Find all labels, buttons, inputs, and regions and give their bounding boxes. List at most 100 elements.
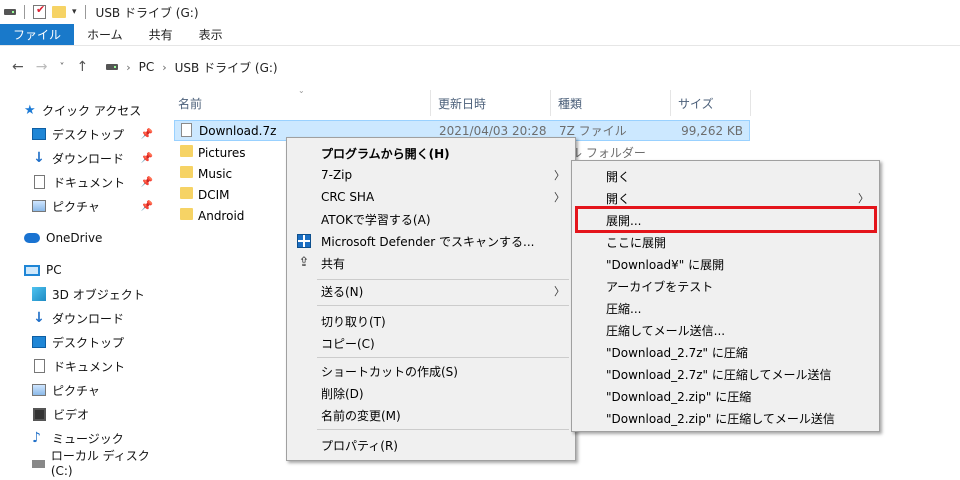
menu-item-label: "Download_2.zip" に圧縮 — [606, 389, 752, 404]
download-arrow-icon: ↓ — [33, 150, 45, 166]
file-name: Pictures — [198, 145, 246, 160]
breadcrumb-separator[interactable]: › — [126, 61, 130, 74]
zip-add-to-7z-email[interactable]: "Download_2.7z" に圧縮してメール送信 — [574, 363, 877, 385]
address-row: ← → ˅ ↑ › PC › USB ドライブ (G:) — [0, 52, 960, 82]
highlight-box — [575, 206, 877, 233]
column-divider[interactable] — [550, 90, 551, 116]
file-date: 2021/04/03 20:28 — [439, 123, 547, 138]
properties-icon[interactable] — [33, 3, 46, 19]
column-header-type[interactable]: 種類 — [558, 92, 582, 114]
menu-send-to[interactable]: 送る(N) 〉 — [289, 280, 573, 302]
breadcrumb-separator[interactable]: › — [162, 61, 166, 74]
7zip-submenu: 開く 開く 〉 展開... ここに展開 "Download¥" に展開 アーカイ… — [571, 160, 880, 432]
menu-share[interactable]: ⇪ 共有 — [289, 252, 573, 274]
quick-access-toolbar: ▾ — [4, 3, 88, 19]
column-header-size[interactable]: サイズ — [678, 92, 714, 114]
zip-compress-and-email[interactable]: 圧縮してメール送信... — [574, 319, 877, 341]
pin-icon[interactable]: 📌 — [141, 129, 153, 140]
customize-toolbar-dropdown[interactable]: ▾ — [72, 7, 77, 17]
cube-icon — [32, 287, 46, 301]
column-divider[interactable] — [750, 90, 751, 116]
nav-pc[interactable]: PC — [0, 258, 165, 282]
menu-item-label: アーカイブをテスト — [606, 279, 714, 294]
zip-add-to-zip[interactable]: "Download_2.zip" に圧縮 — [574, 385, 877, 407]
zip-extract-to-folder[interactable]: "Download¥" に展開 — [574, 253, 877, 275]
menu-properties[interactable]: プロパティ(R) — [289, 434, 573, 456]
column-divider[interactable] — [430, 90, 431, 116]
file-name: Music — [198, 166, 233, 181]
document-icon — [34, 175, 45, 189]
menu-defender-scan[interactable]: Microsoft Defender でスキャンする... — [289, 230, 573, 252]
menu-atok-learn[interactable]: ATOKで学習する(A) — [289, 208, 573, 230]
menu-separator — [317, 429, 569, 430]
desktop-icon — [32, 336, 46, 348]
menu-item-label: 共有 — [321, 256, 346, 271]
up-button[interactable]: ↑ — [76, 59, 88, 75]
back-button[interactable]: ← — [12, 59, 24, 75]
menu-separator — [317, 357, 569, 358]
nav-pictures[interactable]: ピクチャ — [0, 378, 165, 402]
hard-drive-icon — [32, 460, 45, 468]
pin-icon[interactable]: 📌 — [141, 201, 153, 212]
pin-icon[interactable]: 📌 — [141, 153, 153, 164]
star-icon: ★ — [24, 102, 36, 118]
folder-icon — [180, 145, 193, 157]
tab-file[interactable]: ファイル — [0, 24, 75, 45]
menu-cut[interactable]: 切り取り(T) — [289, 310, 573, 332]
zip-open[interactable]: 開く — [574, 165, 877, 187]
nav-quick-downloads[interactable]: ↓ ダウンロード 📌 — [0, 146, 165, 170]
menu-7zip[interactable]: 7-Zip 〉 — [289, 164, 573, 186]
new-folder-icon[interactable] — [52, 6, 66, 18]
nav-onedrive[interactable]: OneDrive — [0, 226, 165, 250]
submenu-arrow-icon: 〉 — [858, 192, 869, 205]
column-divider[interactable] — [670, 90, 671, 116]
nav-label: デスクトップ — [52, 127, 125, 142]
nav-documents[interactable]: ドキュメント — [0, 354, 165, 378]
nav-label: ダウンロード — [52, 311, 125, 326]
zip-add-to-7z[interactable]: "Download_2.7z" に圧縮 — [574, 341, 877, 363]
breadcrumb-pc[interactable]: PC — [139, 60, 155, 74]
zip-add-to-archive[interactable]: 圧縮... — [574, 297, 877, 319]
computer-icon — [24, 264, 40, 276]
nav-label: ピクチャ — [52, 199, 100, 214]
pin-icon[interactable]: 📌 — [141, 177, 153, 188]
menu-copy[interactable]: コピー(C) — [289, 332, 573, 354]
nav-quick-desktop[interactable]: デスクトップ 📌 — [0, 122, 165, 146]
nav-quick-pictures[interactable]: ピクチャ 📌 — [0, 194, 165, 218]
menu-delete[interactable]: 削除(D) — [289, 382, 573, 404]
nav-quick-access[interactable]: ★ クイック アクセス — [0, 98, 165, 122]
menu-item-label: CRC SHA — [321, 190, 375, 204]
menu-open-with[interactable]: プログラムから開く(H) — [289, 142, 573, 164]
ribbon-tabs: ファイル ホーム 共有 表示 — [0, 24, 960, 46]
submenu-arrow-icon: 〉 — [554, 285, 565, 298]
menu-crc-sha[interactable]: CRC SHA 〉 — [289, 186, 573, 208]
nav-3d-objects[interactable]: 3D オブジェクト — [0, 282, 165, 306]
nav-quick-documents[interactable]: ドキュメント 📌 — [0, 170, 165, 194]
folder-icon — [180, 166, 193, 178]
zip-test-archive[interactable]: アーカイブをテスト — [574, 275, 877, 297]
tab-home[interactable]: ホーム — [74, 24, 136, 45]
column-header-date[interactable]: 更新日時 — [438, 92, 486, 114]
nav-desktop[interactable]: デスクトップ — [0, 330, 165, 354]
drive-icon — [106, 64, 119, 70]
menu-rename[interactable]: 名前の変更(M) — [289, 404, 573, 426]
breadcrumb-usb-drive[interactable]: USB ドライブ (G:) — [175, 59, 278, 76]
nav-local-disk[interactable]: ローカル ディスク (C:) — [0, 449, 165, 478]
nav-label: OneDrive — [46, 231, 103, 245]
nav-label: PC — [46, 263, 62, 277]
recent-locations-button[interactable]: ˅ — [59, 62, 64, 73]
forward-button[interactable]: → — [36, 59, 48, 75]
menu-item-label: 切り取り(T) — [321, 314, 386, 329]
film-icon — [33, 407, 46, 421]
nav-downloads[interactable]: ↓ ダウンロード — [0, 306, 165, 330]
address-bar[interactable]: › PC › USB ドライブ (G:) — [98, 55, 938, 79]
nav-videos[interactable]: ビデオ — [0, 402, 165, 426]
tab-share[interactable]: 共有 — [136, 24, 186, 45]
divider — [84, 5, 86, 19]
tab-view[interactable]: 表示 — [186, 24, 236, 45]
menu-create-shortcut[interactable]: ショートカットの作成(S) — [289, 360, 573, 382]
zip-add-to-zip-email[interactable]: "Download_2.zip" に圧縮してメール送信 — [574, 407, 877, 429]
zip-extract-here[interactable]: ここに展開 — [574, 231, 877, 253]
column-header-name[interactable]: 名前 — [178, 92, 202, 114]
submenu-arrow-icon: 〉 — [554, 191, 565, 204]
